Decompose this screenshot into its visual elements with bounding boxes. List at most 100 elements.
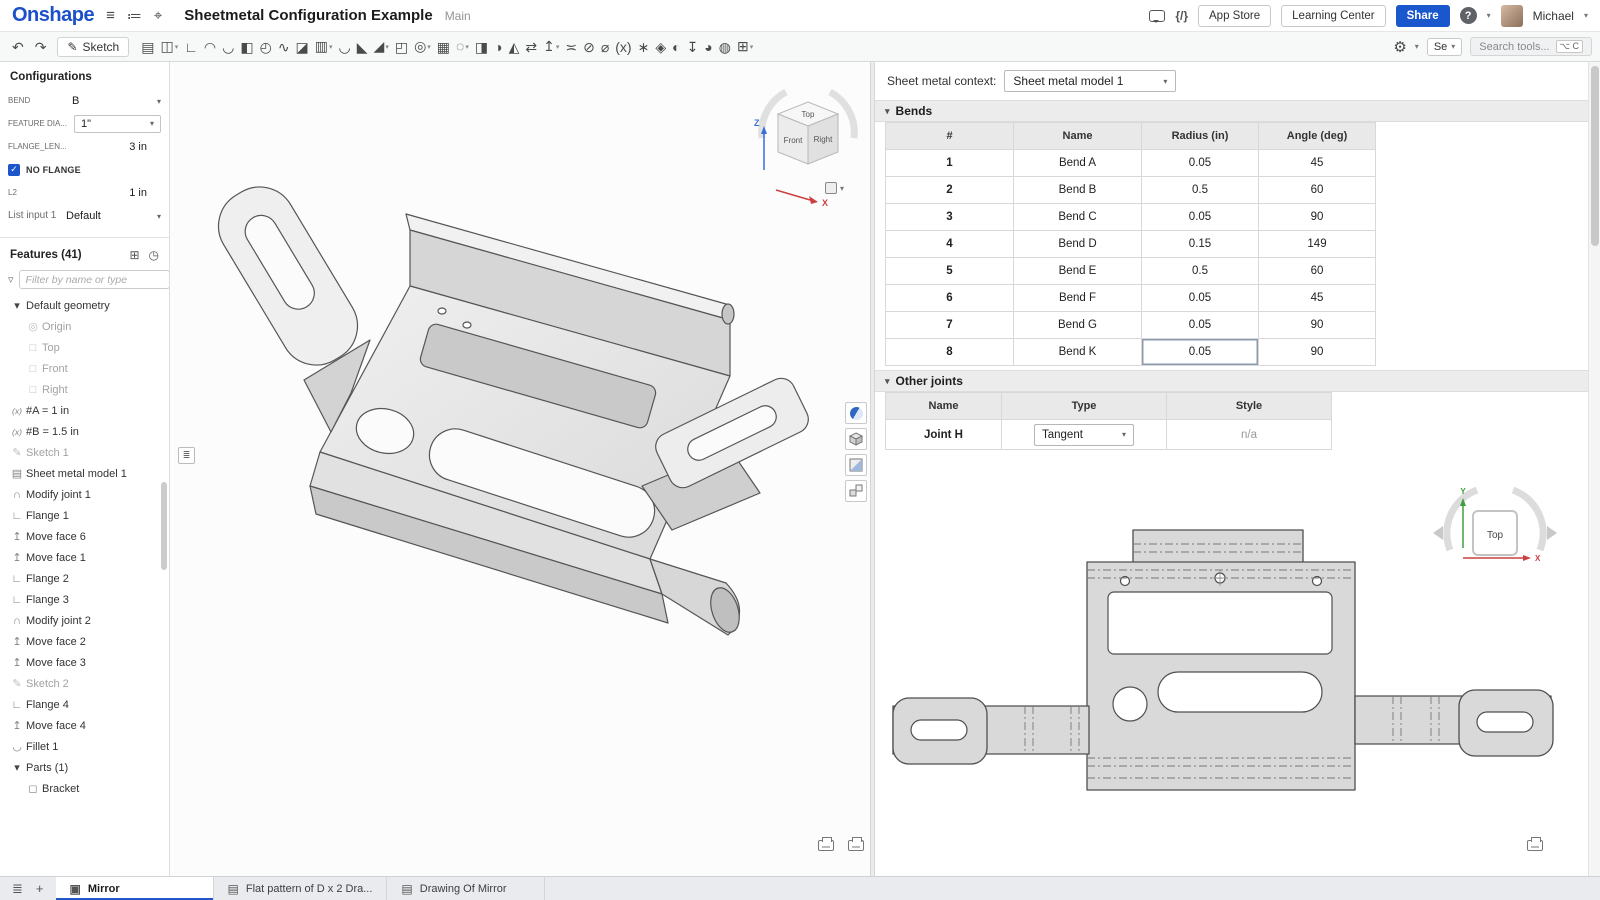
bend-radius[interactable]: 0.5 [1142, 177, 1259, 204]
feature-tree-item[interactable]: □ Right [0, 379, 169, 400]
bend-name[interactable]: Bend D [1014, 231, 1142, 258]
sweep-icon[interactable]: ∿ [275, 36, 293, 58]
feature-tree-item[interactable]: ∩ Modify joint 2 [0, 610, 169, 631]
bend-number[interactable]: 5 [886, 258, 1014, 285]
bend-radius[interactable]: 0.15 [1142, 231, 1259, 258]
loft-icon[interactable]: ◪ [293, 36, 312, 58]
feature-tree-item[interactable]: ✎ Sketch 1 [0, 442, 169, 463]
add-folder-icon[interactable]: ⊞ [129, 248, 139, 262]
document-tab[interactable]: ▤ Drawing Of Mirror [387, 877, 545, 900]
sheet-metal-model-icon[interactable]: ▤ [138, 36, 157, 58]
bend-name[interactable]: Bend G [1014, 312, 1142, 339]
joint-style[interactable]: n/a [1167, 420, 1332, 450]
scrollbar-thumb[interactable] [1591, 66, 1599, 246]
bend-row[interactable]: 7 Bend G 0.05 90 [886, 312, 1376, 339]
fillet-icon[interactable]: ◡ [336, 36, 354, 58]
mirror-icon[interactable]: ◨ [472, 36, 491, 58]
delete-face-icon[interactable]: ⊘ [580, 36, 598, 58]
bend-angle[interactable]: 149 [1259, 231, 1376, 258]
flange-tool-icon[interactable]: ∟ [181, 36, 201, 58]
chamfer-icon[interactable]: ◣ [354, 36, 371, 58]
feature-list-toggle[interactable]: ≣ [178, 447, 195, 464]
bend-number[interactable]: 8 [886, 339, 1014, 366]
section-view-icon[interactable] [845, 454, 867, 476]
view-orientation-icon[interactable] [845, 428, 867, 450]
sketch-button[interactable]: ✎ Sketch [57, 37, 129, 57]
bend-radius[interactable]: 0.5 [1142, 258, 1259, 285]
bend-tool-icon[interactable]: ◡ [219, 36, 237, 58]
joint-name[interactable]: Joint H [886, 420, 1002, 450]
measure-icon[interactable]: ⌀ [598, 36, 612, 58]
feature-tree-item[interactable]: ↥ Move face 3 [0, 652, 169, 673]
document-tab[interactable]: ▣ Mirror [56, 877, 214, 900]
flat-view-icon[interactable] [848, 840, 864, 851]
bend-row[interactable]: 4 Bend D 0.15 149 [886, 231, 1376, 258]
bend-number[interactable]: 4 [886, 231, 1014, 258]
bend-row[interactable]: 8 Bend K 0.05 90 [886, 339, 1376, 366]
joint-row[interactable]: Joint H Tangent n/a [886, 420, 1332, 450]
add-tab-icon[interactable]: + [36, 881, 44, 896]
undo-icon[interactable]: ↶ [8, 38, 28, 56]
user-name[interactable]: Michael [1533, 9, 1574, 23]
feature-tree-item[interactable]: ↥ Move face 2 [0, 631, 169, 652]
hamburger-menu-icon[interactable]: ≡ [106, 7, 115, 24]
bend-radius[interactable]: 0.05 [1142, 339, 1259, 366]
split-icon[interactable]: ◭ [506, 36, 523, 58]
flat-pattern-drawing[interactable]: Top Y X [875, 460, 1588, 860]
bend-row[interactable]: 5 Bend E 0.5 60 [886, 258, 1376, 285]
config-row-bend[interactable]: BEND B [0, 89, 169, 112]
named-views-icon[interactable]: ◈ [652, 36, 669, 58]
circular-pattern-icon[interactable]: ◌ [453, 35, 472, 59]
feature-tree-item[interactable]: ▤ Sheet metal model 1 [0, 463, 169, 484]
feature-tree-item[interactable]: ∟ Flange 3 [0, 589, 169, 610]
search-tools-input[interactable]: Search tools... ⌥ C [1470, 37, 1592, 56]
bend-number[interactable]: 1 [886, 150, 1014, 177]
move-face-icon[interactable]: ↥ [540, 35, 562, 59]
view-cube[interactable]: Top Front Right Z X [748, 76, 868, 216]
bend-name[interactable]: Bend F [1014, 285, 1142, 312]
onshape-logo[interactable]: Onshape [12, 4, 94, 27]
left-panel-scrollbar[interactable] [161, 482, 167, 570]
bend-number[interactable]: 2 [886, 177, 1014, 204]
bend-number[interactable]: 7 [886, 312, 1014, 339]
offset-surface-icon[interactable]: ≍ [562, 36, 580, 58]
bend-angle[interactable]: 45 [1259, 150, 1376, 177]
feature-tree-item[interactable]: ▾ Parts (1) [0, 757, 169, 778]
se-badge[interactable]: Se ▾ [1427, 38, 1462, 56]
feature-tree-item[interactable]: ∟ Flange 1 [0, 505, 169, 526]
bend-radius[interactable]: 0.05 [1142, 312, 1259, 339]
feature-tree-item[interactable]: □ Top [0, 337, 169, 358]
bend-angle[interactable]: 90 [1259, 312, 1376, 339]
extrude-icon[interactable]: ◧ [237, 36, 256, 58]
shell-icon[interactable]: ◰ [392, 36, 411, 58]
bend-angle[interactable]: 45 [1259, 285, 1376, 312]
rollback-icon[interactable]: ◷ [149, 248, 159, 262]
bend-radius[interactable]: 0.05 [1142, 150, 1259, 177]
bend-row[interactable]: 6 Bend F 0.05 45 [886, 285, 1376, 312]
bend-name[interactable]: Bend E [1014, 258, 1142, 285]
print-icon[interactable] [818, 840, 834, 851]
workspace-name[interactable]: Main [445, 9, 471, 23]
bend-number[interactable]: 3 [886, 204, 1014, 231]
3d-viewport[interactable]: Top Front Right Z X ▾ ≣ [170, 62, 870, 876]
config-row-list-input[interactable]: List input 1 Default [0, 204, 169, 227]
thicken-icon[interactable]: ▥ [312, 35, 336, 59]
bend-number[interactable]: 6 [886, 285, 1014, 312]
bend-name[interactable]: Bend K [1014, 339, 1142, 366]
share-button[interactable]: Share [1396, 5, 1450, 27]
app-store-button[interactable]: App Store [1198, 5, 1271, 27]
exploded-view-icon[interactable] [845, 480, 867, 502]
print-icon[interactable] [1527, 840, 1543, 851]
learning-center-button[interactable]: Learning Center [1281, 5, 1385, 27]
hide-show-icon[interactable]: ◍ [716, 36, 734, 58]
bend-name[interactable]: Bend C [1014, 204, 1142, 231]
right-scrollbar[interactable] [1588, 62, 1600, 876]
feature-filter-input[interactable] [19, 270, 170, 289]
section-view-icon[interactable]: ◐ [669, 36, 683, 58]
feature-tree-item[interactable]: ∩ Modify joint 1 [0, 484, 169, 505]
bend-row[interactable]: 3 Bend C 0.05 90 [886, 204, 1376, 231]
bend-angle[interactable]: 90 [1259, 204, 1376, 231]
configurations-icon[interactable]: ∗ [635, 36, 653, 58]
feature-tree-item[interactable]: ◡ Fillet 1 [0, 736, 169, 757]
hem-tool-icon[interactable]: ◠ [201, 36, 219, 58]
